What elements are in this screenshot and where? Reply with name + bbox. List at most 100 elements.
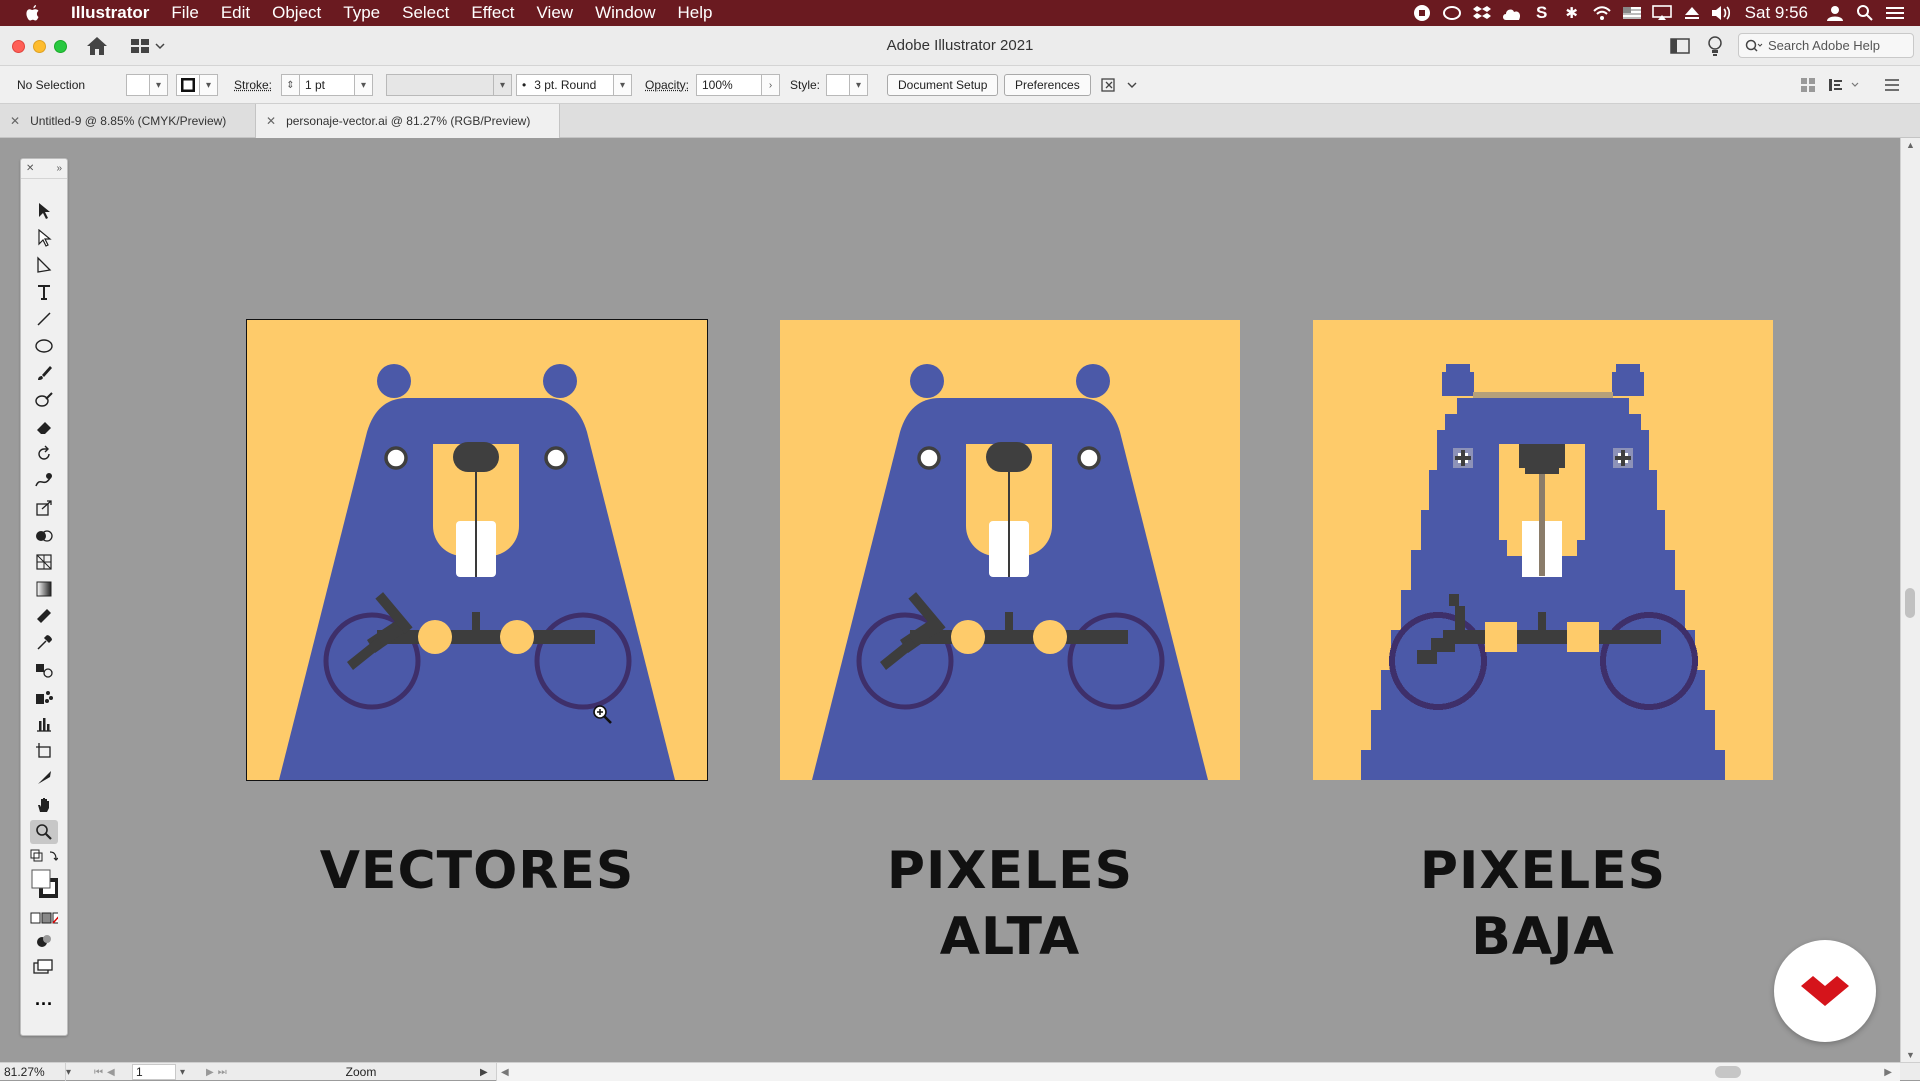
free-transform-tool-icon[interactable]	[30, 496, 58, 520]
apple-icon[interactable]	[20, 0, 46, 26]
menu-type[interactable]: Type	[332, 0, 391, 26]
stepper-icon[interactable]: ⇕	[281, 74, 299, 96]
screen-mode-icon[interactable]	[30, 957, 58, 977]
artboard-tool-icon[interactable]	[30, 739, 58, 763]
color-mode-icons[interactable]	[30, 909, 58, 927]
bluetooth-icon[interactable]: ✱	[1557, 0, 1587, 26]
brush-field[interactable]: • 3 pt. Round	[516, 74, 614, 96]
status-menu-arrow-icon[interactable]: ▶	[480, 1063, 488, 1081]
scroll-right-icon[interactable]: ▶	[1884, 1067, 1892, 1078]
tab-personaje-vector[interactable]: ✕ personaje-vector.ai @ 81.27% (RGB/Prev…	[256, 104, 560, 138]
record-icon[interactable]	[1407, 0, 1437, 26]
more-tools-icon[interactable]: ···	[30, 995, 58, 1013]
fill-color-control[interactable]: ▾	[126, 74, 168, 96]
scroll-down-icon[interactable]: ▼	[1906, 1050, 1915, 1060]
menu-object[interactable]: Object	[261, 0, 332, 26]
flag-us-icon[interactable]	[1617, 0, 1647, 26]
close-tab-icon[interactable]: ✕	[10, 114, 20, 128]
airplay-icon[interactable]	[1647, 0, 1677, 26]
stroke-swatch[interactable]	[176, 74, 200, 96]
tab-untitled-9[interactable]: ✕ Untitled-9 @ 8.85% (CMYK/Preview)	[0, 104, 256, 138]
chevron-down-icon[interactable]: ▾	[150, 74, 168, 96]
vertical-scrollbar[interactable]: ▲ ▼	[1900, 138, 1920, 1062]
eyedropper-tool-icon[interactable]	[30, 631, 58, 655]
fill-swatch[interactable]	[126, 74, 150, 96]
close-tab-icon[interactable]: ✕	[266, 114, 276, 128]
warp-tool-icon[interactable]	[30, 469, 58, 493]
dropbox-icon[interactable]	[1467, 0, 1497, 26]
fill-stroke-swatches[interactable]	[30, 867, 58, 903]
tools-panel-header[interactable]: ✕ »	[21, 159, 67, 179]
canvas[interactable]: VECTORES PIXELES ALTA PIXELES BAJA	[0, 138, 1900, 1062]
ellipse-tool-icon[interactable]	[30, 334, 58, 358]
notification-center-icon[interactable]	[1880, 0, 1910, 26]
selection-tool-icon[interactable]	[30, 199, 58, 223]
menu-file[interactable]: File	[160, 0, 209, 26]
slice-tool-icon[interactable]	[30, 766, 58, 790]
chevron-down-icon[interactable]: ▾	[66, 1063, 82, 1081]
eraser-tool-icon[interactable]	[30, 415, 58, 439]
lightbulb-icon[interactable]	[1706, 35, 1724, 57]
volume-icon[interactable]	[1707, 0, 1737, 26]
menu-window[interactable]: Window	[584, 0, 666, 26]
opacity-control[interactable]: 100% ›	[696, 74, 780, 96]
symbol-sprayer-tool-icon[interactable]	[30, 685, 58, 709]
arrange-icon[interactable]	[1800, 74, 1816, 96]
cloud-upload-icon[interactable]	[1497, 0, 1527, 26]
measure-tool-icon[interactable]	[30, 604, 58, 628]
menu-edit[interactable]: Edit	[210, 0, 261, 26]
artboard-nav-first-prev[interactable]: ⏮◀	[94, 1063, 119, 1081]
draw-mode-icon[interactable]	[30, 931, 58, 951]
artboard-pixeles-alta[interactable]	[780, 320, 1240, 780]
hand-tool-icon[interactable]	[30, 793, 58, 817]
blend-tool-icon[interactable]	[30, 658, 58, 682]
stroke-weight-control[interactable]: ⇕ 1 pt ▾	[281, 74, 373, 96]
chevron-right-icon[interactable]: ›	[762, 74, 780, 96]
horizontal-scroll-thumb[interactable]	[1715, 1066, 1741, 1078]
artboard-number-input[interactable]: 1	[132, 1064, 176, 1080]
menu-help[interactable]: Help	[667, 0, 724, 26]
spotlight-search-icon[interactable]	[1850, 0, 1880, 26]
stroke-color-control[interactable]: ▾	[176, 74, 218, 96]
paintbrush-tool-icon[interactable]	[30, 361, 58, 385]
scroll-left-icon[interactable]: ◀	[501, 1067, 509, 1078]
pen-tool-icon[interactable]	[30, 253, 58, 277]
wifi-icon[interactable]	[1587, 0, 1617, 26]
chevron-down-icon[interactable]: ▾	[494, 74, 512, 96]
rotate-tool-icon[interactable]	[30, 442, 58, 466]
creative-cloud-icon[interactable]	[1437, 0, 1467, 26]
shape-builder-tool-icon[interactable]	[30, 523, 58, 547]
eject-icon[interactable]	[1677, 0, 1707, 26]
text-wrap-icon[interactable]	[1828, 74, 1862, 96]
graphic-style-control[interactable]: ▾	[826, 74, 868, 96]
variable-width-profile[interactable]: ▾	[386, 74, 512, 96]
chevron-down-icon[interactable]: ▾	[200, 74, 218, 96]
line-tool-icon[interactable]	[30, 307, 58, 331]
brush-definition[interactable]: • 3 pt. Round ▾	[516, 74, 632, 96]
menu-app-name[interactable]: Illustrator	[60, 0, 160, 26]
opacity-input[interactable]: 100%	[696, 74, 762, 96]
swap-colors-icon[interactable]	[30, 847, 58, 865]
stroke-weight-input[interactable]: 1 pt	[299, 74, 355, 96]
quick-actions-icon[interactable]	[1100, 74, 1140, 96]
menu-view[interactable]: View	[526, 0, 585, 26]
document-setup-button[interactable]: Document Setup	[887, 74, 998, 96]
direct-selection-tool-icon[interactable]	[30, 226, 58, 250]
close-panel-icon[interactable]: ✕	[26, 163, 34, 174]
zoom-tool-icon[interactable]	[30, 820, 58, 844]
current-tool-name[interactable]: Zoom	[246, 1063, 476, 1081]
artboard-pixeles-baja[interactable]	[1313, 320, 1773, 780]
expand-panel-icon[interactable]: »	[56, 163, 62, 174]
perspective-grid-tool-icon[interactable]	[30, 550, 58, 574]
search-adobe-help[interactable]: Search Adobe Help	[1738, 33, 1914, 58]
vertical-scroll-thumb[interactable]	[1905, 588, 1915, 618]
panel-menu-icon[interactable]	[1884, 74, 1900, 96]
shaper-tool-icon[interactable]	[30, 388, 58, 412]
type-tool-icon[interactable]	[30, 280, 58, 304]
clock[interactable]: Sat 9:56	[1737, 3, 1820, 23]
menu-effect[interactable]: Effect	[460, 0, 525, 26]
chevron-down-icon[interactable]: ▾	[355, 74, 373, 96]
chevron-down-icon[interactable]: ▾	[180, 1063, 185, 1081]
column-graph-tool-icon[interactable]	[30, 712, 58, 736]
s-app-icon[interactable]: S	[1527, 0, 1557, 26]
